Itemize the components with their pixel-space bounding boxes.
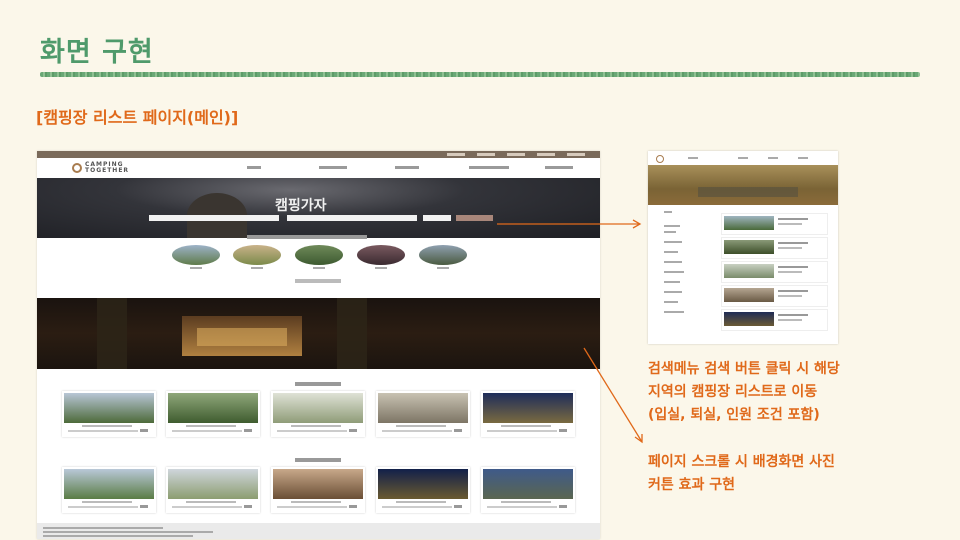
note-line: 페이지 스크롤 시 배경화면 사진 <box>648 454 835 470</box>
scroll-note: 페이지 스크롤 시 배경화면 사진 커튼 효과 구현 <box>648 451 835 497</box>
note-line: 커튼 효과 구현 <box>648 477 736 493</box>
arrow-down-right-icon <box>583 347 643 444</box>
search-note: 검색메뉴 검색 버튼 클릭 시 해당 지역의 캠핑장 리스트로 이동 (입실, … <box>648 358 840 427</box>
note-line: 검색메뉴 검색 버튼 클릭 시 해당 <box>648 361 840 377</box>
note-line: 지역의 캠핑장 리스트로 이동 <box>648 384 818 400</box>
note-line: (입실, 퇴실, 인원 조건 포함) <box>648 407 820 423</box>
arrow-right-icon <box>497 219 642 229</box>
